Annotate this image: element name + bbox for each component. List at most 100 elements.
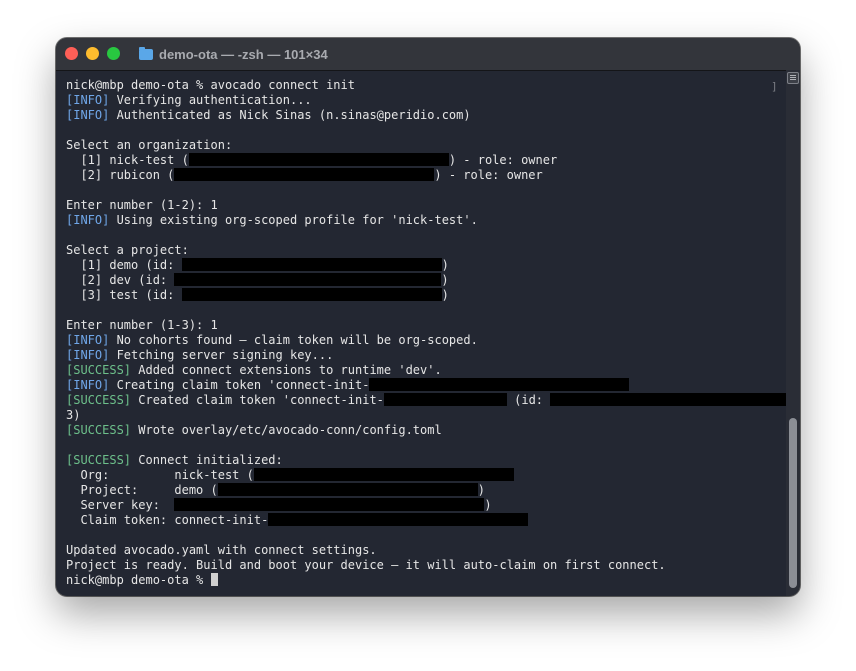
terminal-line: nick@mbp demo-ota % <box>66 573 781 588</box>
success-tag: [SUCCESS] <box>66 393 132 407</box>
line-text: [1] demo (id: <box>66 258 182 272</box>
line-text: Select an organization: <box>66 138 233 152</box>
terminal-line: Project is ready. Build and boot your de… <box>66 558 781 573</box>
line-text: Server key: <box>66 498 175 512</box>
line-text: No cohorts found — claim token will be o… <box>109 333 478 347</box>
redacted-block <box>188 153 449 166</box>
line-text: [3] test (id: <box>66 288 182 302</box>
redacted-block <box>174 498 485 511</box>
scroll-mark-icon: ] <box>771 80 778 93</box>
terminal-line: Updated avocado.yaml with connect settin… <box>66 543 781 558</box>
line-text: Creating claim token 'connect-init- <box>109 378 370 392</box>
line-text: ) - role: owner <box>448 153 558 167</box>
terminal-line: [SUCCESS] Connect initialized: <box>66 453 781 468</box>
terminal-line: [INFO] Creating claim token 'connect-ini… <box>66 378 781 393</box>
line-text: ) <box>441 258 449 272</box>
info-tag: [INFO] <box>66 108 110 122</box>
line-text: Using existing org-scoped profile for 'n… <box>109 213 478 227</box>
terminal-line: Enter number (1-2): 1 <box>66 198 781 213</box>
terminal-line: Select a project: <box>66 243 781 258</box>
terminal-line: [INFO] Authenticated as Nick Sinas (n.si… <box>66 108 781 123</box>
line-text: Added connect extensions to runtime 'dev… <box>131 363 442 377</box>
line-text: Claim token: connect-init- <box>66 513 269 527</box>
info-tag: [INFO] <box>66 348 110 362</box>
terminal-line: Claim token: connect-init- <box>66 513 781 528</box>
terminal-line: [INFO] Fetching server signing key... <box>66 348 781 363</box>
line-text: Wrote overlay/etc/avocado-conn/config.to… <box>131 423 442 437</box>
redacted-block <box>369 378 630 391</box>
terminal-line: [INFO] Verifying authentication... <box>66 93 781 108</box>
line-text: Select a project: <box>66 243 189 257</box>
terminal-line: Org: nick-test ( <box>66 468 781 483</box>
folder-icon <box>139 46 153 60</box>
text-cursor <box>210 573 218 586</box>
line-text: ) <box>477 483 485 497</box>
success-tag: [SUCCESS] <box>66 363 132 377</box>
terminal-line: 3) <box>66 408 781 423</box>
zoom-button[interactable] <box>107 47 120 60</box>
line-text: Fetching server signing key... <box>109 348 334 362</box>
success-tag: [SUCCESS] <box>66 423 132 437</box>
line-text: Updated avocado.yaml with connect settin… <box>66 543 377 557</box>
line-text: ) <box>441 288 449 302</box>
terminal-line: [SUCCESS] Created claim token 'connect-i… <box>66 393 800 408</box>
terminal-line: [2] rubicon ( ) - role: owner <box>66 168 781 183</box>
window-title-area: demo-ota — -zsh — 101×34 <box>139 38 328 70</box>
terminal-line: [SUCCESS] Wrote overlay/etc/avocado-conn… <box>66 423 781 438</box>
terminal-output[interactable]: nick@mbp demo-ota % avocado connect init… <box>66 78 800 588</box>
scrollbar-thumb[interactable] <box>789 418 797 588</box>
terminal-line: Enter number (1-3): 1 <box>66 318 781 333</box>
redacted-block <box>181 288 442 301</box>
info-tag: [INFO] <box>66 213 110 227</box>
terminal-line: Server key: ) <box>66 498 781 513</box>
terminal-window: demo-ota — -zsh — 101×34 nick@mbp demo-o… <box>56 38 800 596</box>
line-text: (id: <box>506 393 551 407</box>
info-tag: [INFO] <box>66 333 110 347</box>
terminal-line: [2] dev (id: ) <box>66 273 781 288</box>
success-tag: [SUCCESS] <box>66 453 132 467</box>
line-text: Project is ready. Build and boot your de… <box>66 558 666 572</box>
line-text: Enter number (1-3): 1 <box>66 318 218 332</box>
minimize-button[interactable] <box>86 47 99 60</box>
terminal-line: [INFO] Using existing org-scoped profile… <box>66 213 781 228</box>
redacted-block <box>181 258 442 271</box>
terminal-line: [1] nick-test ( ) - role: owner <box>66 153 781 168</box>
redacted-block <box>253 468 514 481</box>
terminal-line: Project: demo () <box>66 483 781 498</box>
redacted-block <box>217 483 478 496</box>
terminal-line: nick@mbp demo-ota % avocado connect init <box>66 78 781 93</box>
line-text: [1] nick-test ( <box>66 153 189 167</box>
info-tag: [INFO] <box>66 378 110 392</box>
line-text: [2] rubicon ( <box>66 168 175 182</box>
redacted-block <box>174 168 435 181</box>
line-text: nick@mbp demo-ota % <box>66 573 211 587</box>
terminal-line: Select an organization: <box>66 138 781 153</box>
close-button[interactable] <box>65 47 78 60</box>
redacted-block <box>550 393 800 406</box>
line-text: Connect initialized: <box>131 453 283 467</box>
terminal-line: [3] test (id: ) <box>66 288 781 303</box>
terminal-line: [1] demo (id: ) <box>66 258 781 273</box>
line-text: ) <box>441 273 449 287</box>
redacted-block <box>383 393 507 406</box>
redacted-block <box>174 273 442 286</box>
line-text: Verifying authentication... <box>109 93 312 107</box>
line-text: ) <box>484 498 492 512</box>
scrollbar[interactable] <box>786 70 800 596</box>
line-text: ) - role: owner <box>434 168 543 182</box>
line-text: Created claim token 'connect-init- <box>131 393 384 407</box>
redacted-block <box>268 513 529 526</box>
scrollbar-menu-icon[interactable] <box>787 72 799 84</box>
info-tag: [INFO] <box>66 93 110 107</box>
line-text: Enter number (1-2): 1 <box>66 198 218 212</box>
title-bar[interactable]: demo-ota — -zsh — 101×34 <box>56 38 800 71</box>
line-text: 3) <box>66 408 81 422</box>
terminal-line: [SUCCESS] Added connect extensions to ru… <box>66 363 781 378</box>
line-text: Org: nick-test ( <box>66 468 254 482</box>
window-title: demo-ota — -zsh — 101×34 <box>159 46 328 62</box>
terminal-line: [INFO] No cohorts found — claim token wi… <box>66 333 781 348</box>
